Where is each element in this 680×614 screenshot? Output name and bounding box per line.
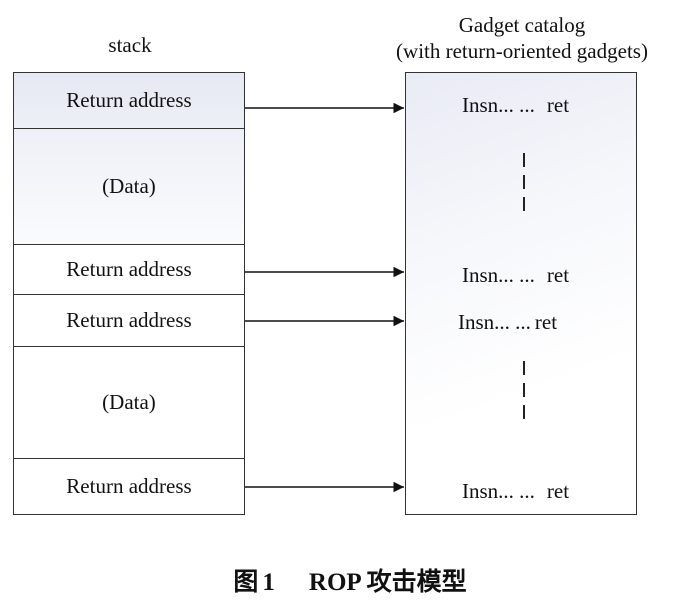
caption-number: 1 — [262, 569, 275, 596]
caption-figure-label: 图 — [233, 569, 259, 596]
figure-caption: 图 1 ROP 攻击模型 — [200, 562, 500, 598]
arrows-layer — [245, 102, 404, 493]
caption-title: ROP 攻击模型 — [308, 569, 467, 596]
